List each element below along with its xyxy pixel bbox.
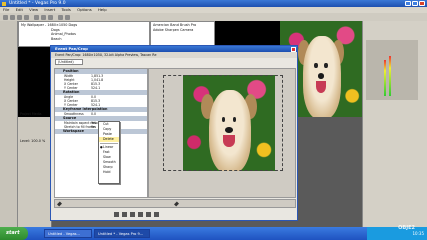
crop-canvas[interactable] <box>148 68 296 198</box>
first-keyframe-icon[interactable] <box>146 212 151 217</box>
track-level-label: Level: 100.0 % <box>20 139 46 143</box>
menu-insert[interactable]: Insert <box>44 7 55 12</box>
menu-item-hold[interactable]: Hold <box>99 170 119 175</box>
menu-file[interactable]: File <box>3 7 9 12</box>
stop-icon[interactable] <box>122 212 127 217</box>
taskbar: start Untitled - Vegas... Untitled * - V… <box>0 227 427 240</box>
play-icon[interactable] <box>114 212 119 217</box>
close-button[interactable] <box>419 1 425 6</box>
clock: 10:35 <box>412 231 424 236</box>
master-bus-meter <box>366 40 418 100</box>
system-tray: 10:35 <box>367 227 427 240</box>
main-toolbar <box>0 13 427 21</box>
cut-icon[interactable] <box>34 14 39 20</box>
open-icon[interactable] <box>10 14 15 20</box>
keyframe-context-menu: Cut Copy Paste Delete Linear Fast Slow S… <box>98 121 120 184</box>
prop-row[interactable]: Y Center 524.1 <box>55 86 147 90</box>
dialog-close-icon[interactable] <box>291 46 296 52</box>
dialog-info: Event Pan/Crop: 1680×1050, 32-bit Alpha … <box>51 52 297 58</box>
explorer-panel: My Wallpaper - 1680×1050 Dogs Dogs Anima… <box>18 21 150 47</box>
explorer-item[interactable]: Beach <box>21 37 147 42</box>
taskbar-item-active[interactable]: Untitled * - Vegas Pro 9... <box>94 229 150 238</box>
start-button[interactable]: start <box>0 227 28 240</box>
taskbar-item[interactable]: Untitled - Vegas... <box>44 229 92 238</box>
keyframe-marker[interactable] <box>174 201 179 207</box>
menu-help[interactable]: Help <box>98 7 107 12</box>
keyframe-marker[interactable] <box>57 201 62 207</box>
window-title: Untitled * - Vegas Pro 9.0 <box>9 1 66 6</box>
undo-icon[interactable] <box>58 14 63 20</box>
last-keyframe-icon[interactable] <box>154 212 159 217</box>
minimize-button[interactable] <box>405 1 411 6</box>
left-dock <box>0 21 18 240</box>
watermark-logo: OBJE2 <box>398 225 415 231</box>
prop-row[interactable]: Smoothness 0.0 <box>55 112 147 116</box>
menu-item-delete[interactable]: Delete <box>99 137 119 142</box>
project-media-tab[interactable]: Project Media <box>20 112 42 116</box>
crop-frame[interactable] <box>163 75 283 171</box>
window-titlebar: Untitled * - Vegas Pro 9.0 <box>0 0 427 7</box>
maximize-button[interactable] <box>412 1 418 6</box>
paste-icon[interactable] <box>48 14 53 20</box>
fx-panel: Amercian Band Brush Pro Adobe Sharpen Ca… <box>150 21 215 47</box>
new-icon[interactable] <box>3 14 8 20</box>
copy-icon[interactable] <box>41 14 46 20</box>
prev-keyframe-icon[interactable] <box>130 212 135 217</box>
menu-edit[interactable]: Edit <box>16 7 23 12</box>
menu-tools[interactable]: Tools <box>62 7 71 12</box>
next-keyframe-icon[interactable] <box>138 212 143 217</box>
properties-icon[interactable] <box>24 14 29 20</box>
transport-controls <box>54 210 296 219</box>
redo-icon[interactable] <box>65 14 70 20</box>
menu-options[interactable]: Options <box>77 7 92 12</box>
app-icon <box>2 1 6 6</box>
prop-row[interactable]: Y Center 524.1 <box>55 103 147 107</box>
fx-item[interactable]: Adobe Sharpen Camera <box>153 28 212 33</box>
preset-select[interactable]: (Untitled) <box>55 59 83 65</box>
track-header: Level: 100.0 % <box>18 117 52 227</box>
pan-crop-dialog: Event Pan/Crop Event Pan/Crop: 1680×1050… <box>50 45 298 221</box>
save-icon[interactable] <box>17 14 22 20</box>
menu-separator <box>100 143 118 144</box>
menu-view[interactable]: View <box>29 7 38 12</box>
keyframe-timeline[interactable] <box>54 199 296 208</box>
